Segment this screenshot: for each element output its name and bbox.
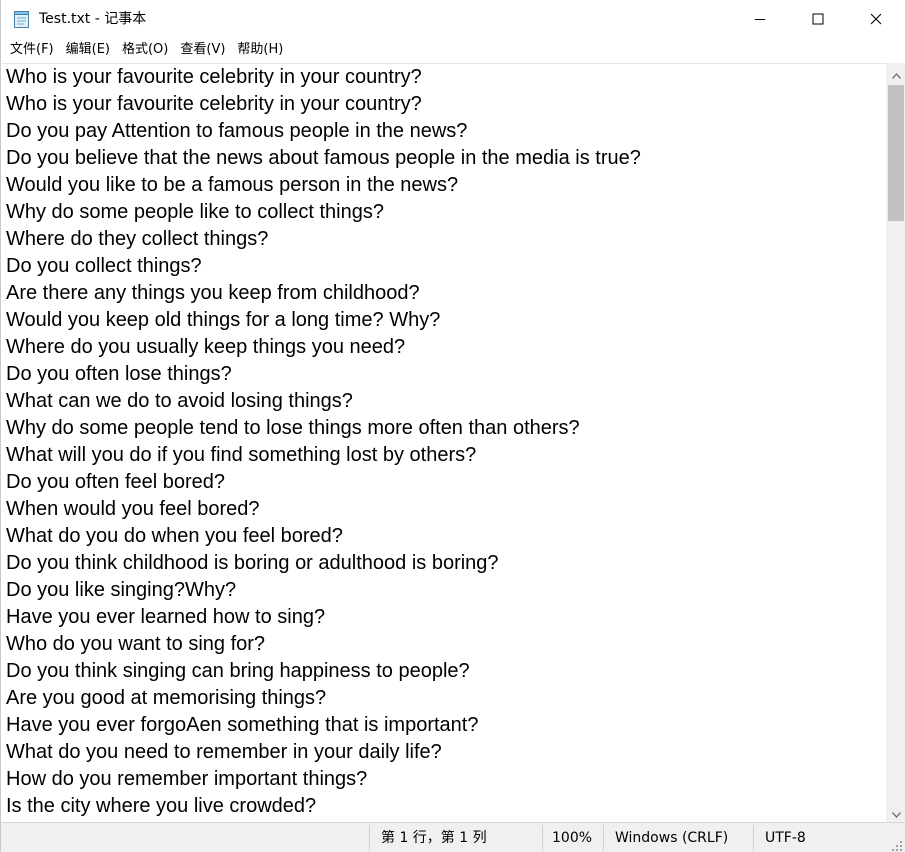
scroll-up-button[interactable] (886, 63, 905, 83)
text-line: Do you think singing can bring happiness… (6, 660, 470, 682)
menu-file[interactable]: 文件(F) (4, 40, 60, 60)
text-line: Do you often lose things? (6, 363, 232, 385)
status-separator (603, 825, 604, 851)
chevron-down-icon (891, 803, 901, 822)
status-zoom: 100% (552, 830, 593, 846)
text-line: How do you remember important things? (6, 768, 368, 790)
text-editor[interactable]: Who is your favourite celebrity in your … (2, 63, 886, 822)
status-bar: 第 1 行，第 1 列 100% Windows (CRLF) UTF-8 (1, 822, 905, 852)
text-line: Are you good at memorising things? (6, 687, 327, 709)
text-line: Who is your favourite celebrity in your … (6, 66, 422, 88)
menu-format[interactable]: 格式(O) (116, 40, 174, 60)
text-line: Do you collect things? (6, 255, 202, 277)
text-content: Who is your favourite celebrity in your … (6, 64, 641, 820)
title-bar[interactable]: Test.txt - 记事本 (1, 0, 905, 38)
text-line: Is the city where you live crowded? (6, 795, 317, 817)
text-line: Are there any things you keep from child… (6, 282, 420, 304)
text-line: Do you pay Attention to famous people in… (6, 120, 468, 142)
text-line: Have you ever forgoAen something that is… (6, 714, 479, 736)
text-line: What can we do to avoid losing things? (6, 390, 353, 412)
text-line: Why do some people like to collect thing… (6, 201, 384, 223)
text-line: Who do you want to sing for? (6, 633, 266, 655)
text-line: Who is your favourite celebrity in your … (6, 93, 422, 115)
status-separator (753, 825, 754, 851)
text-line: Do you often feel bored? (6, 471, 226, 493)
resize-grip-icon[interactable] (891, 837, 903, 851)
minimize-icon (754, 10, 766, 29)
menu-edit[interactable]: 编辑(E) (60, 40, 116, 60)
text-line: Do you like singing?Why? (6, 579, 237, 601)
text-line: Would you like to be a famous person in … (6, 174, 459, 196)
chevron-up-icon (891, 64, 901, 83)
close-button[interactable] (847, 0, 905, 38)
text-line: What will you do if you find something l… (6, 444, 477, 466)
status-cursor-position: 第 1 行，第 1 列 (381, 830, 487, 846)
text-line: Would you keep old things for a long tim… (6, 309, 441, 331)
text-line: Where do you usually keep things you nee… (6, 336, 406, 358)
text-line: What do you need to remember in your dai… (6, 741, 442, 763)
menu-help[interactable]: 帮助(H) (231, 40, 289, 60)
status-encoding: UTF-8 (765, 830, 806, 846)
text-line: Do you think childhood is boring or adul… (6, 552, 499, 574)
menu-view[interactable]: 查看(V) (174, 40, 231, 60)
close-icon (870, 10, 882, 29)
notepad-window: Test.txt - 记事本 文件(F) 编辑(E) 格式(O) 查看(V) 帮… (0, 0, 905, 852)
status-separator (542, 825, 543, 851)
maximize-icon (812, 10, 824, 29)
vertical-scrollbar[interactable] (886, 63, 905, 822)
minimize-button[interactable] (731, 0, 789, 38)
menu-bar: 文件(F) 编辑(E) 格式(O) 查看(V) 帮助(H) (1, 38, 905, 62)
scroll-down-button[interactable] (886, 802, 905, 822)
status-separator (369, 825, 370, 851)
text-line: Where do they collect things? (6, 228, 269, 250)
text-line: Have you ever learned how to sing? (6, 606, 326, 628)
status-line-ending: Windows (CRLF) (615, 830, 729, 846)
text-line: Why do some people tend to lose things m… (6, 417, 580, 439)
scrollbar-thumb[interactable] (888, 85, 904, 221)
maximize-button[interactable] (789, 0, 847, 38)
notepad-icon (13, 9, 31, 29)
text-line: What do you do when you feel bored? (6, 525, 343, 547)
window-title: Test.txt - 记事本 (39, 11, 147, 27)
text-line: When would you feel bored? (6, 498, 260, 520)
text-line: Do you believe that the news about famou… (6, 147, 641, 169)
